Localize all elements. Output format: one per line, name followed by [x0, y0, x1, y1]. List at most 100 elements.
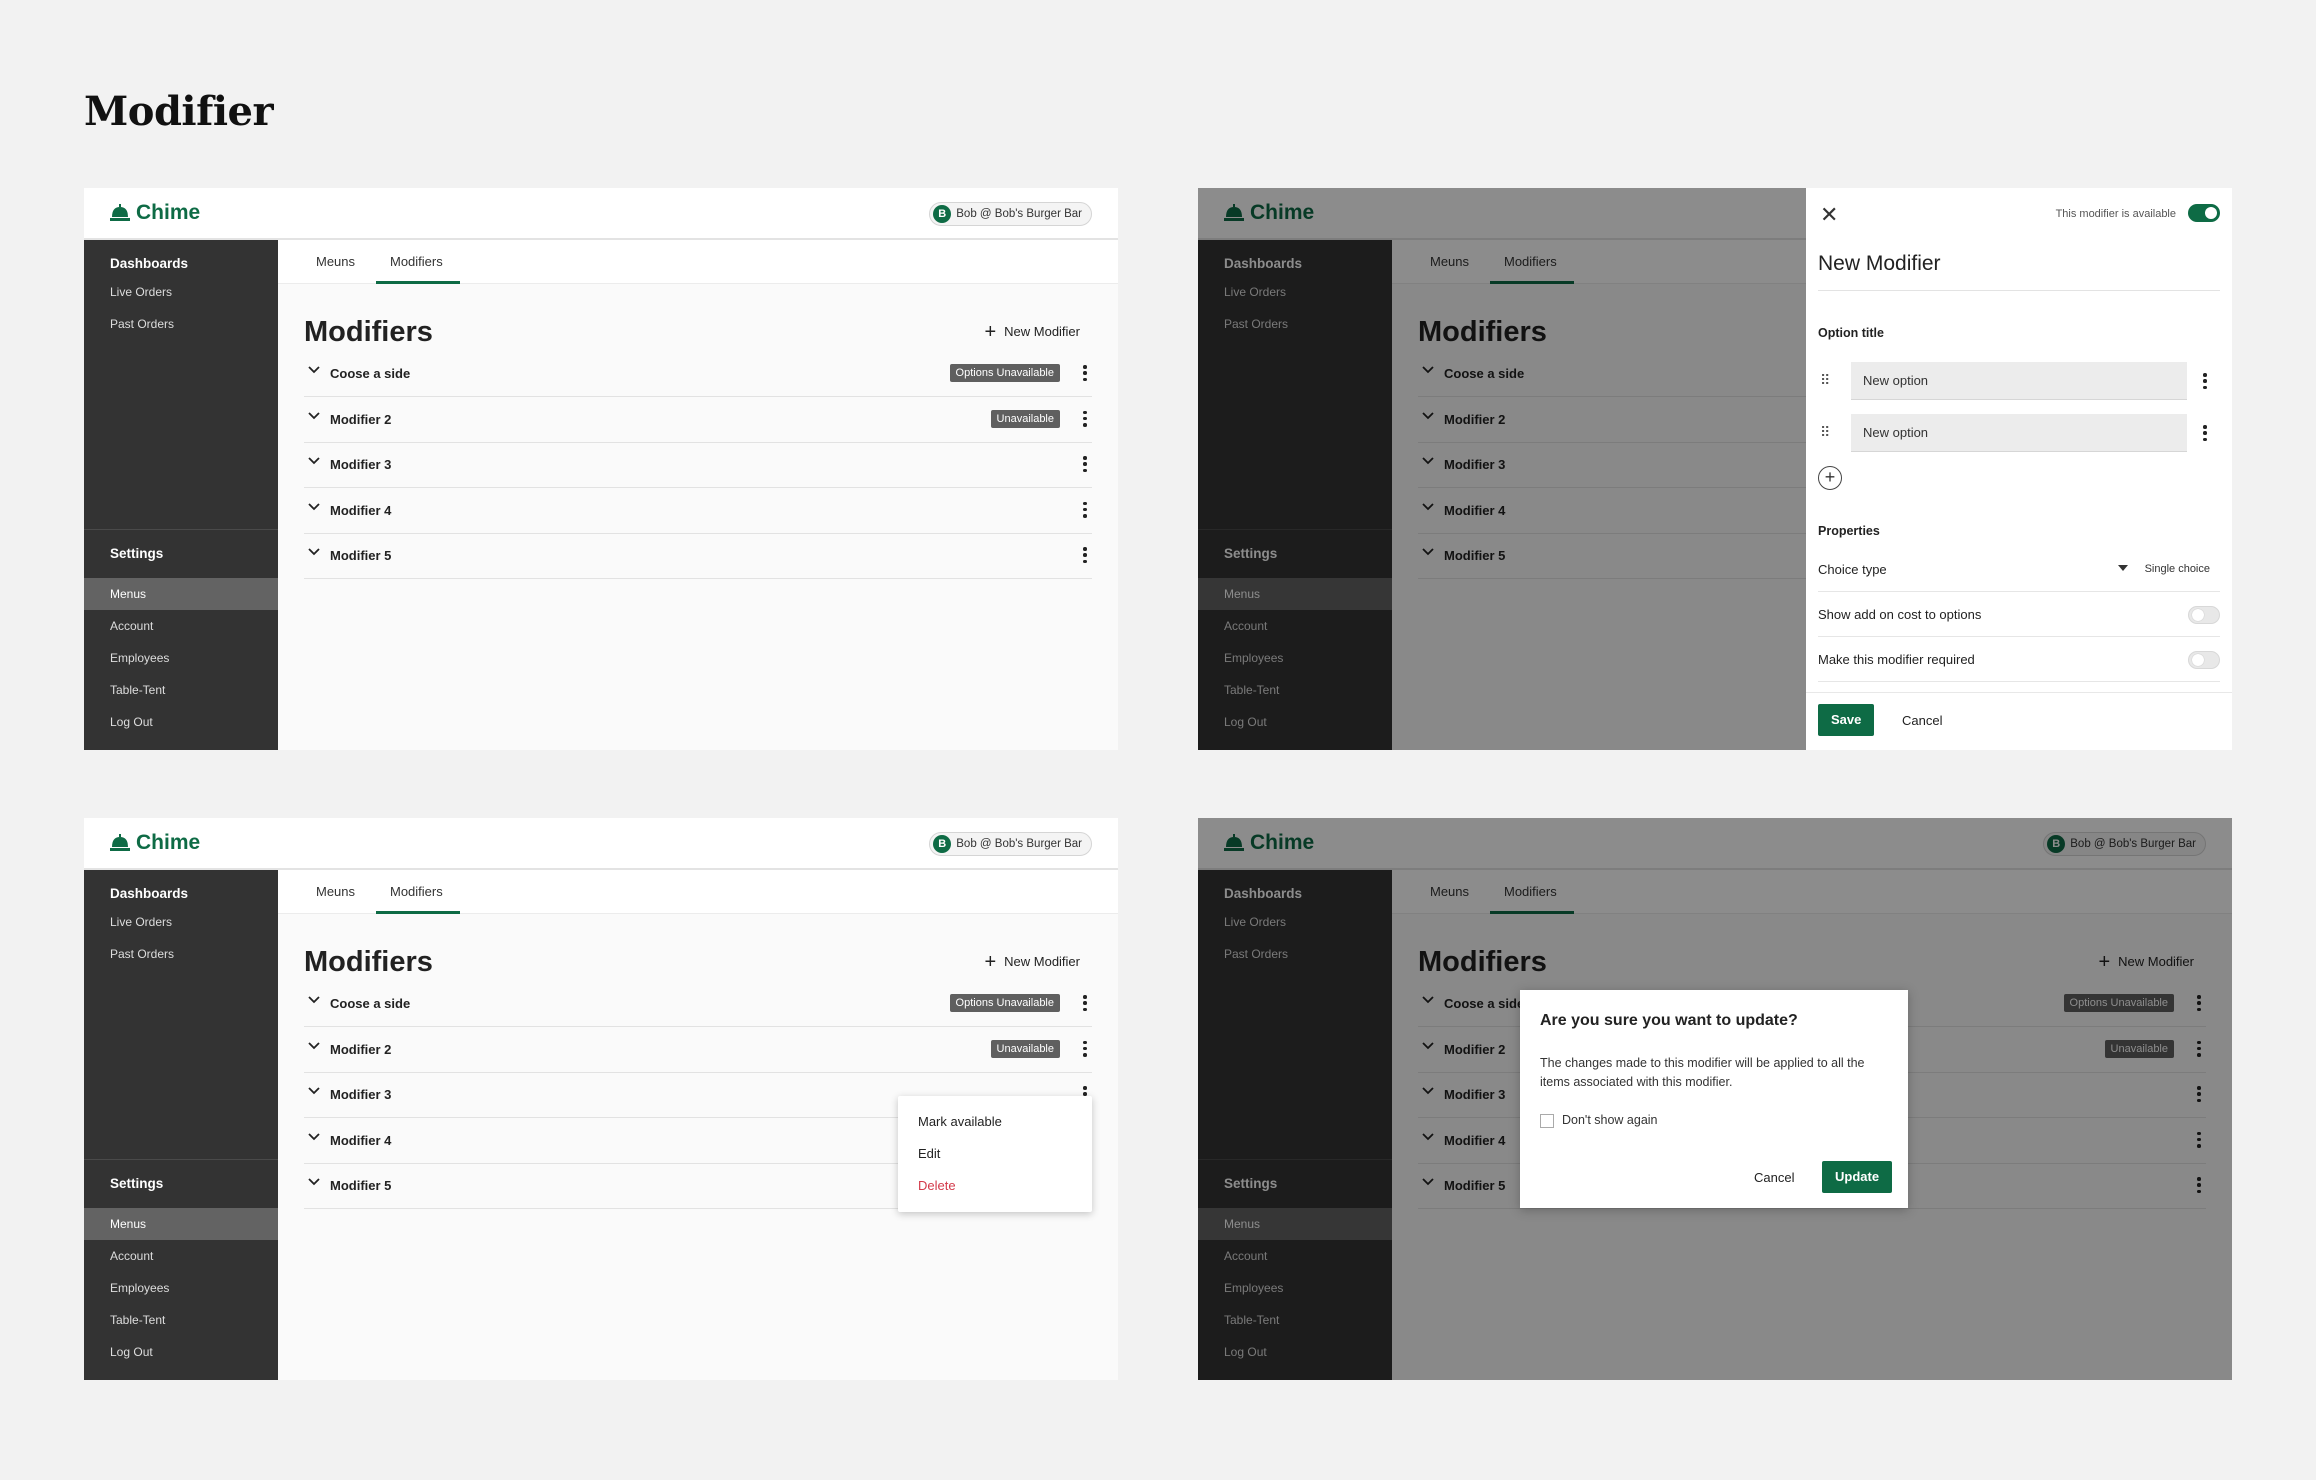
drag-handle-icon[interactable]: ⠿ — [1820, 372, 1830, 388]
modifier-row[interactable]: Modifier 4 — [304, 489, 1092, 534]
status-badge: Options Unavailable — [949, 994, 1060, 1012]
tab-meuns[interactable]: Meuns — [316, 884, 355, 899]
sidebar-item-log-out[interactable]: Log Out — [84, 1336, 278, 1368]
chevron-down-icon[interactable] — [308, 1041, 320, 1050]
save-button[interactable]: Save — [1818, 704, 1875, 736]
bell-icon — [110, 204, 130, 221]
option-row: ⠿ New option — [1818, 414, 2220, 454]
modifier-name: Modifier 2 — [330, 1041, 392, 1057]
sidebar-item-table-tent[interactable]: Table-Tent — [84, 674, 278, 706]
brand-logo[interactable]: Chime — [110, 831, 200, 855]
modifier-name: Modifier 3 — [330, 1087, 392, 1102]
dialog-title: Are you sure you want to update? — [1540, 1012, 1798, 1029]
sidebar-item-table-tent[interactable]: Table-Tent — [84, 1304, 278, 1336]
chevron-down-icon[interactable] — [308, 1087, 320, 1095]
user-menu[interactable]: B Bob @ Bob's Burger Bar — [929, 202, 1092, 226]
chevron-down-icon[interactable] — [308, 1132, 320, 1141]
confirm-dialog: Are you sure you want to update? The cha… — [1520, 990, 1908, 1208]
more-options-icon[interactable] — [1082, 454, 1088, 474]
close-icon[interactable]: ✕ — [1820, 204, 1838, 226]
sidebar-heading-settings: Settings — [110, 1176, 164, 1191]
modifier-row[interactable]: Modifier 5 — [304, 534, 1092, 579]
more-options-icon[interactable] — [1082, 545, 1088, 565]
tab-modifiers[interactable]: Modifiers — [390, 254, 443, 269]
sidebar-item-past-orders[interactable]: Past Orders — [84, 938, 278, 970]
cancel-button[interactable]: Cancel — [1754, 1170, 1794, 1185]
user-label: Bob @ Bob's Burger Bar — [956, 208, 1082, 220]
user-menu[interactable]: B Bob @ Bob's Burger Bar — [929, 832, 1092, 856]
tab-bar: Meuns Modifiers — [278, 870, 1118, 914]
sidebar-divider — [84, 1159, 278, 1160]
modifier-row[interactable]: Coose a side Options Unavailable — [304, 982, 1092, 1027]
more-options-icon[interactable] — [1082, 500, 1088, 520]
choice-type-select[interactable]: Single choice — [2145, 563, 2210, 575]
chevron-down-icon[interactable] — [308, 502, 320, 511]
make-required-toggle[interactable] — [2188, 651, 2220, 669]
more-options-icon[interactable] — [1082, 1039, 1088, 1059]
tab-modifiers[interactable]: Modifiers — [390, 884, 443, 899]
sidebar-item-employees[interactable]: Employees — [84, 642, 278, 674]
chevron-down-icon[interactable] — [308, 1178, 320, 1186]
more-options-icon[interactable] — [1082, 409, 1088, 429]
sidebar-item-menus[interactable]: Menus — [84, 1208, 278, 1240]
chevron-down-icon[interactable] — [308, 366, 320, 374]
option-input[interactable]: New option — [1851, 362, 2187, 400]
update-button[interactable]: Update — [1822, 1161, 1893, 1193]
plus-icon: + — [984, 950, 997, 973]
dont-show-again-checkbox[interactable] — [1540, 1114, 1554, 1128]
option-input[interactable]: New option — [1851, 414, 2187, 452]
screen-modifiers-list: Chime B Bob @ Bob's Burger Bar Dashboard… — [84, 188, 1118, 750]
chevron-down-icon[interactable] — [308, 548, 320, 556]
chevron-down-icon[interactable] — [308, 411, 320, 420]
menu-item-edit[interactable]: Edit — [918, 1146, 940, 1161]
drag-handle-icon[interactable]: ⠿ — [1820, 424, 1830, 440]
sidebar-heading-dashboards: Dashboards — [110, 256, 189, 271]
brand-logo[interactable]: Chime — [110, 201, 200, 225]
new-modifier-button[interactable]: + New Modifier — [984, 320, 1080, 343]
sidebar-item-live-orders[interactable]: Live Orders — [84, 906, 278, 938]
chevron-down-icon[interactable] — [308, 996, 320, 1004]
tab-meuns[interactable]: Meuns — [316, 254, 355, 269]
sidebar: Dashboards Live Orders Past Orders Setti… — [84, 870, 278, 1380]
caret-down-icon[interactable] — [2118, 565, 2128, 571]
sidebar-item-log-out[interactable]: Log Out — [84, 706, 278, 738]
choice-type-row[interactable]: Choice type Single choice — [1818, 548, 2220, 592]
add-option-icon[interactable]: + — [1818, 466, 1842, 490]
more-options-icon[interactable] — [2202, 371, 2208, 391]
sidebar-item-account[interactable]: Account — [84, 1240, 278, 1272]
dont-show-again-label[interactable]: Don't show again — [1562, 1113, 1658, 1127]
drawer-title: New Modifier — [1818, 252, 1941, 275]
availability-toggle[interactable] — [2188, 204, 2220, 222]
sidebar-item-past-orders[interactable]: Past Orders — [84, 308, 278, 340]
modifier-row[interactable]: Modifier 3 — [304, 443, 1092, 488]
cancel-button[interactable]: Cancel — [1902, 713, 1942, 728]
new-modifier-button[interactable]: + New Modifier — [984, 950, 1080, 973]
sidebar-heading-dashboards: Dashboards — [110, 886, 189, 901]
divider — [1806, 692, 2232, 693]
modifier-name: Modifier 5 — [330, 548, 392, 563]
option-title-heading: Option title — [1818, 326, 1884, 340]
sidebar-item-live-orders[interactable]: Live Orders — [84, 276, 278, 308]
avatar: B — [933, 835, 952, 853]
modifier-row[interactable]: Modifier 2 Unavailable — [304, 398, 1092, 443]
menu-item-delete[interactable]: Delete — [918, 1178, 956, 1193]
brand-name: Chime — [136, 201, 201, 224]
modifier-row[interactable]: Modifier 2 Unavailable — [304, 1028, 1092, 1073]
screen-modifier-context-menu: Chime B Bob @ Bob's Burger Bar Dashboard… — [84, 818, 1118, 1380]
chevron-down-icon[interactable] — [308, 457, 320, 465]
modifier-row[interactable]: Coose a side Options Unavailable — [304, 352, 1092, 397]
page-title: Modifier — [84, 88, 274, 135]
sidebar-item-account[interactable]: Account — [84, 610, 278, 642]
more-options-icon[interactable] — [1082, 993, 1088, 1013]
status-badge: Options Unavailable — [949, 364, 1060, 382]
option-row: ⠿ New option — [1818, 362, 2220, 402]
sidebar-item-menus[interactable]: Menus — [84, 578, 278, 610]
show-add-on-toggle[interactable] — [2188, 606, 2220, 624]
menu-item-mark-available[interactable]: Mark available — [918, 1114, 1002, 1129]
more-options-icon[interactable] — [2202, 423, 2208, 443]
plus-icon: + — [984, 320, 997, 343]
show-add-on-label: Show add on cost to options — [1818, 607, 1982, 622]
modifier-name: Modifier 3 — [330, 457, 392, 472]
more-options-icon[interactable] — [1082, 363, 1088, 383]
sidebar-item-employees[interactable]: Employees — [84, 1272, 278, 1304]
